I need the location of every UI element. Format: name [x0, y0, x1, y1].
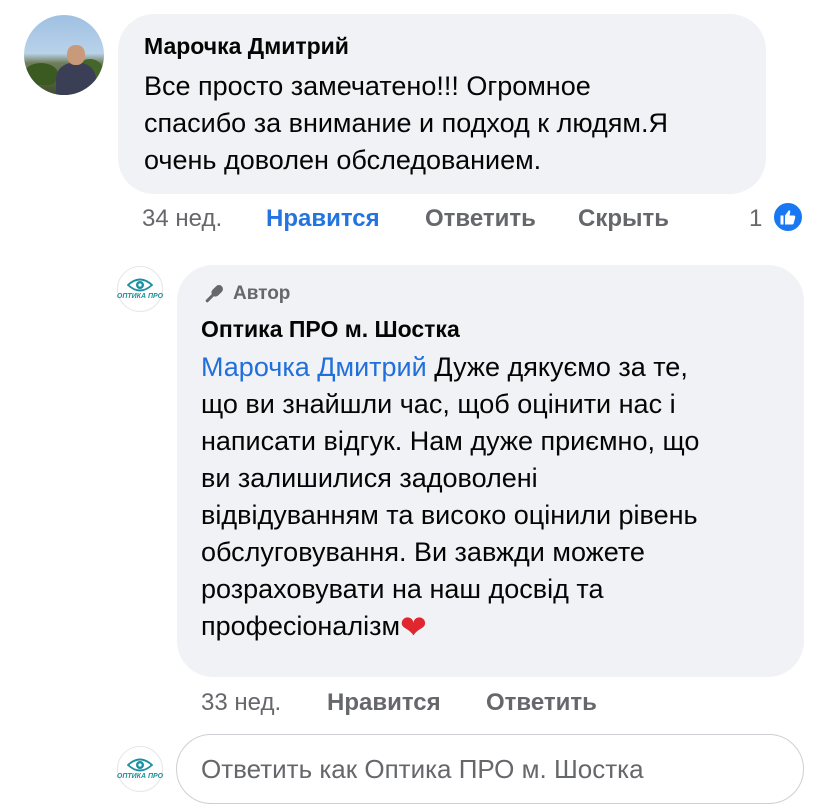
reply-text-line: написати відгук. Нам дуже приємно, що — [201, 426, 700, 456]
comment-reply-button[interactable]: Ответить — [425, 204, 536, 234]
reply-bubble: Автор Оптика ПРО м. Шостка Марочка Дмитр… — [177, 265, 804, 677]
comment-timestamp[interactable]: 34 нед. — [142, 204, 222, 234]
reply-text-fragment: Дуже дякуємо за те, — [434, 352, 688, 382]
reply-like-button[interactable]: Нравится — [327, 688, 441, 718]
comment-bubble: Марочка Дмитрий Все просто замечатено!!!… — [118, 14, 766, 194]
comment-author-name[interactable]: Марочка Дмитрий — [144, 32, 740, 60]
reply-text-line: обслуговування. Ви завжди можете — [201, 537, 645, 567]
eye-logo-icon — [127, 758, 153, 772]
reply-input[interactable] — [176, 734, 804, 804]
comment-text-line: Все просто замечатено!!! Огромное — [144, 71, 591, 101]
reply-timestamp[interactable]: 33 нед. — [201, 688, 281, 718]
comment-text: Все просто замечатено!!! Огромное спасиб… — [144, 68, 740, 179]
reply-author-name[interactable]: Оптика ПРО м. Шостка — [201, 315, 780, 343]
heart-emoji-icon: ❤ — [400, 609, 427, 645]
comment-text-line: очень доволен обследованием. — [144, 145, 542, 175]
reply-text-fragment: професіоналізм — [201, 611, 401, 641]
reply-text-line: ви залишилися задоволені — [201, 463, 538, 493]
comment-text-line: спасибо за внимание и подход к людям.Я — [144, 108, 668, 138]
reply-text-line: відвідуванням та високо оцінили рівень — [201, 500, 698, 530]
author-badge: Автор — [201, 281, 780, 307]
mention-link[interactable]: Марочка Дмитрий — [201, 352, 427, 382]
comment-hide-button[interactable]: Скрыть — [578, 204, 669, 234]
comment-like-button[interactable]: Нравится — [266, 204, 380, 234]
reply-text-line: розраховувати на наш досвід та — [201, 574, 604, 604]
eye-logo-icon — [127, 278, 153, 292]
microphone-icon — [205, 285, 223, 303]
author-badge-label: Автор — [233, 283, 291, 304]
reply-text-line: що ви знайшли час, щоб оцінити нас і — [201, 389, 676, 419]
page-avatar-label: ОПТИКА ПРО — [116, 293, 164, 300]
page-avatar[interactable]: ОПТИКА ПРО — [117, 266, 163, 312]
reply-text-line: Марочка Дмитрий Дуже дякуємо за те, — [201, 349, 780, 386]
thumbs-up-icon[interactable] — [772, 201, 804, 233]
reply-reply-button[interactable]: Ответить — [486, 688, 597, 718]
reply-text: Марочка Дмитрий Дуже дякуємо за те, що в… — [201, 349, 780, 645]
composer-avatar: ОПТИКА ПРО — [117, 746, 163, 792]
composer-avatar-label: ОПТИКА ПРО — [116, 773, 164, 780]
commenter-avatar[interactable] — [24, 15, 104, 95]
reply-text-line: професіоналізм❤ — [201, 608, 780, 645]
reaction-count[interactable]: 1 — [749, 204, 762, 234]
